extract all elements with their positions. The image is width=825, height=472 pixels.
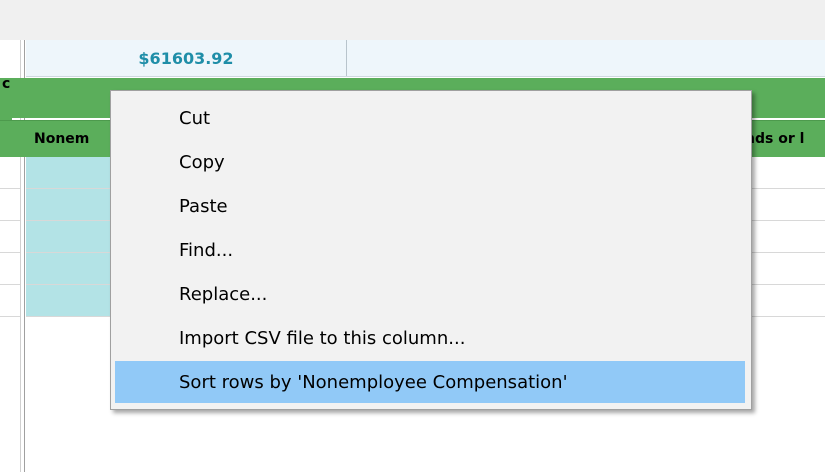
spreadsheet-window: $61603.92 c Nonem nds or l Cut Copy Past… [0,0,825,472]
group-header-edge-text: c [2,76,11,92]
menu-item-copy[interactable]: Copy [115,141,745,183]
menu-item-label: Paste [179,195,228,217]
menu-item-label: Copy [179,151,225,173]
row-gutter-line [0,157,20,189]
menu-item-paste[interactable]: Paste [115,185,745,227]
row-gutter-line [0,253,20,285]
row-gutter-line [0,221,20,253]
menu-item-find[interactable]: Find... [115,229,745,271]
row-gutter-line [0,189,20,221]
menu-item-label: Find... [179,239,234,261]
total-amount-value: $61603.92 [138,48,234,68]
menu-item-replace[interactable]: Replace... [115,273,745,315]
menu-item-import-csv[interactable]: Import CSV file to this column... [115,317,745,359]
column-header-nonemployee-compensation[interactable]: Nonem [34,121,114,157]
top-toolbar-area [0,0,825,40]
menu-item-sort-rows[interactable]: Sort rows by 'Nonemployee Compensation' [115,361,745,403]
menu-item-label: Sort rows by 'Nonemployee Compensation' [179,371,568,393]
total-amount-cell[interactable]: $61603.92 [26,40,347,76]
menu-item-label: Cut [179,107,211,129]
group-header-edge: c [0,76,12,120]
menu-item-label: Import CSV file to this column... [179,327,466,349]
column-header-right[interactable]: nds or l [745,121,825,157]
column-header-label: nds or l [745,131,805,147]
context-menu: Cut Copy Paste Find... Replace... Import… [110,90,752,410]
column-header-label: Nonem [34,131,90,147]
menu-item-label: Replace... [179,283,268,305]
row-gutter-line [0,285,20,317]
menu-item-cut[interactable]: Cut [115,97,745,139]
totals-row: $61603.92 [26,40,825,77]
